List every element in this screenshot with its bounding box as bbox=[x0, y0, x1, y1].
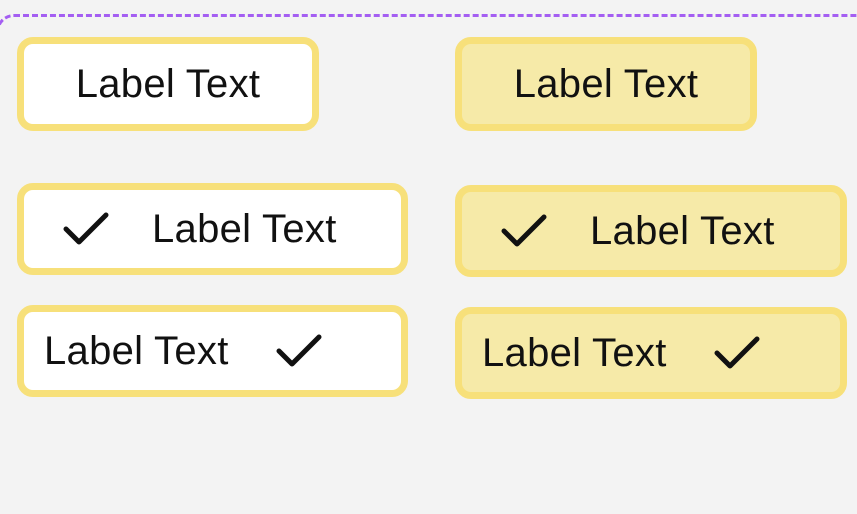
chip-leading-check-filled[interactable]: Label Text bbox=[455, 185, 847, 277]
chip-label: Label Text bbox=[152, 206, 337, 251]
chip-label: Label Text bbox=[482, 330, 667, 375]
chip-label: Label Text bbox=[75, 61, 261, 106]
chip-trailing-check-outline[interactable]: Label Text bbox=[17, 305, 408, 397]
checkmark-icon bbox=[713, 335, 761, 371]
chip-label: Label Text bbox=[513, 61, 699, 106]
chip-label: Label Text bbox=[44, 328, 229, 373]
chip-label: Label Text bbox=[590, 208, 775, 253]
checkmark-icon bbox=[500, 213, 548, 249]
checkmark-icon bbox=[62, 211, 110, 247]
chip-plain-filled[interactable]: Label Text bbox=[455, 37, 757, 131]
checkmark-icon bbox=[275, 333, 323, 369]
chip-trailing-check-filled[interactable]: Label Text bbox=[455, 307, 847, 399]
chip-variants-canvas: Label Text Label Text Label Text Label T… bbox=[0, 0, 857, 417]
chip-plain-outline[interactable]: Label Text bbox=[17, 37, 319, 131]
chip-leading-check-outline[interactable]: Label Text bbox=[17, 183, 408, 275]
